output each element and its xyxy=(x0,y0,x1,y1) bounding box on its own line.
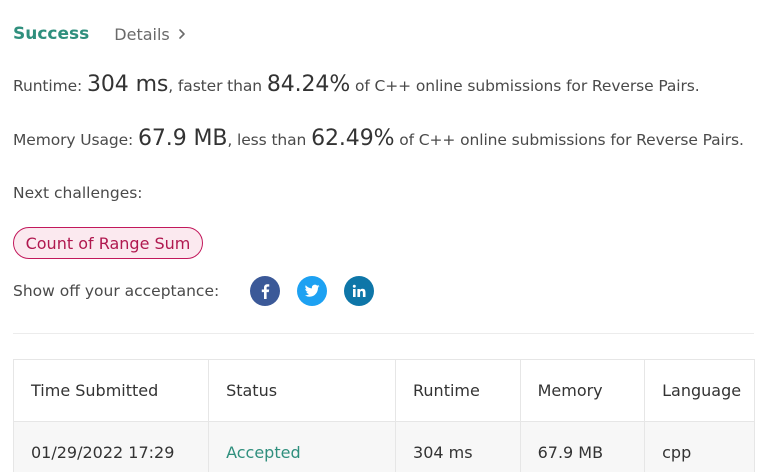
memory-label: Memory Usage: xyxy=(13,131,139,149)
chevron-right-icon xyxy=(178,29,185,39)
memory-percent: 62.49% xyxy=(311,126,395,151)
memory-stat: Memory Usage: 67.9 MB, less than 62.49% … xyxy=(13,126,744,151)
memory-mid-text: , less than xyxy=(227,131,312,149)
cell-runtime: 304 ms xyxy=(395,421,521,472)
table-row[interactable]: 01/29/2022 17:29 Accepted 304 ms 67.9 MB… xyxy=(12,421,755,472)
twitter-icon[interactable] xyxy=(297,276,327,306)
share-row: Show off your acceptance: xyxy=(13,276,391,306)
memory-value: 67.9 MB xyxy=(138,126,228,151)
linkedin-icon[interactable] xyxy=(344,276,374,306)
runtime-value: 304 ms xyxy=(87,72,169,97)
facebook-icon[interactable] xyxy=(250,276,280,306)
cell-status-accepted[interactable]: Accepted xyxy=(208,421,397,472)
twitter-glyph xyxy=(304,284,320,297)
memory-suffix: of C++ online submissions for Reverse Pa… xyxy=(394,131,744,149)
challenge-link-count-of-range-sum[interactable]: Count of Range Sum xyxy=(13,227,203,259)
table-header-row: Time Submitted Status Runtime Memory Lan… xyxy=(12,359,755,422)
cell-time-submitted: 01/29/2022 17:29 xyxy=(12,421,210,472)
column-header-memory[interactable]: Memory xyxy=(519,359,646,422)
runtime-label: Runtime: xyxy=(13,77,87,95)
result-header: Success Details xyxy=(13,22,187,46)
share-label: Show off your acceptance: xyxy=(13,282,220,300)
runtime-stat: Runtime: 304 ms, faster than 84.24% of C… xyxy=(13,72,700,97)
section-divider xyxy=(13,333,754,334)
runtime-suffix: of C++ online submissions for Reverse Pa… xyxy=(350,77,700,95)
column-header-runtime[interactable]: Runtime xyxy=(395,359,521,422)
cell-memory: 67.9 MB xyxy=(519,421,646,472)
linkedin-glyph xyxy=(352,284,366,297)
column-header-time-submitted[interactable]: Time Submitted xyxy=(12,359,210,422)
details-label: Details xyxy=(114,24,170,44)
runtime-mid-text: , faster than xyxy=(168,77,267,95)
cell-language: cpp xyxy=(644,421,755,472)
facebook-glyph xyxy=(261,284,270,299)
submissions-table: Time Submitted Status Runtime Memory Lan… xyxy=(12,359,755,472)
runtime-percent: 84.24% xyxy=(266,72,351,97)
column-header-status[interactable]: Status xyxy=(208,359,397,422)
success-status: Success xyxy=(13,24,90,44)
details-link[interactable]: Details xyxy=(114,25,186,44)
column-header-language[interactable]: Language xyxy=(644,359,755,422)
submission-result-panel: Success Details Runtime: 304 ms, faster … xyxy=(0,0,763,472)
next-challenges-label: Next challenges: xyxy=(13,184,143,202)
